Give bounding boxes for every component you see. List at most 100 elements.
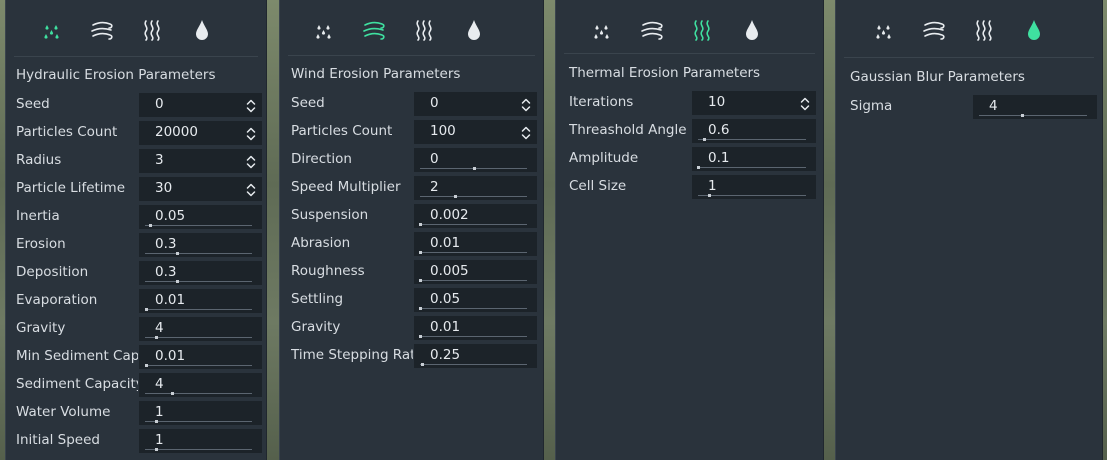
spinbox-field[interactable]: 3	[139, 149, 262, 173]
slider-grabber[interactable]	[419, 307, 422, 310]
slider-grabber[interactable]	[421, 363, 425, 366]
wind-icon[interactable]	[639, 16, 665, 44]
param-value: 0.01	[430, 235, 461, 251]
slider-track[interactable]	[697, 166, 806, 169]
slider-grabber[interactable]	[149, 224, 153, 227]
heat-waves-icon-graphic	[144, 20, 160, 41]
heat-waves-icon[interactable]	[971, 16, 997, 44]
spinbox-field[interactable]: 30	[139, 177, 262, 201]
slider-track[interactable]	[420, 363, 527, 366]
slider-grabber[interactable]	[154, 420, 158, 423]
slider-track[interactable]	[145, 252, 252, 255]
heat-waves-icon[interactable]	[411, 16, 437, 44]
slider-field[interactable]: 1	[139, 401, 262, 425]
spin-arrows-icon[interactable]	[246, 154, 256, 173]
spinbox-field[interactable]: 0	[139, 93, 262, 117]
slider-track[interactable]	[145, 420, 252, 423]
rain-drops-icon[interactable]	[311, 16, 337, 44]
rain-drops-icon[interactable]	[589, 16, 615, 44]
slider-grabber[interactable]	[145, 364, 149, 367]
water-drop-icon[interactable]	[739, 16, 765, 44]
param-row: Cell Size 1	[556, 175, 823, 199]
slider-track[interactable]	[420, 195, 527, 198]
slider-grabber[interactable]	[170, 392, 174, 395]
slider-track[interactable]	[698, 194, 806, 197]
spin-arrows-icon[interactable]	[246, 182, 256, 201]
param-label: Amplitude	[569, 150, 639, 166]
slider-grabber[interactable]	[697, 166, 700, 169]
slider-grabber[interactable]	[154, 448, 158, 451]
slider-track[interactable]	[145, 224, 252, 227]
wind-icon[interactable]	[921, 16, 947, 44]
heat-waves-icon-graphic	[976, 20, 992, 41]
slider-field[interactable]: 1	[139, 429, 262, 453]
spin-arrows-icon[interactable]	[521, 125, 531, 144]
spin-arrows-icon[interactable]	[521, 97, 531, 116]
slider-grabber[interactable]	[145, 308, 149, 311]
slider-grabber[interactable]	[419, 251, 422, 254]
slider-track[interactable]	[698, 138, 806, 141]
slider-track[interactable]	[979, 114, 1087, 117]
slider-grabber[interactable]	[707, 194, 711, 197]
param-label: Abrasion	[291, 235, 351, 251]
spinbox-field[interactable]: 20000	[139, 121, 262, 145]
rain-drops-icon[interactable]	[39, 16, 65, 44]
slider-grabber[interactable]	[472, 167, 476, 170]
slider-field[interactable]: 4	[139, 317, 262, 341]
slider-field[interactable]: 0.3	[139, 233, 262, 257]
spinbox-field[interactable]: 100	[414, 120, 537, 144]
slider-track[interactable]	[145, 280, 252, 283]
slider-field[interactable]: 0.6	[692, 119, 816, 143]
spinbox-field[interactable]: 0	[414, 92, 537, 116]
spin-arrows-icon[interactable]	[800, 96, 810, 115]
slider-grabber[interactable]	[419, 335, 422, 338]
water-drop-icon[interactable]	[1021, 16, 1047, 44]
heat-waves-icon[interactable]	[689, 16, 715, 44]
slider-field[interactable]: 0	[414, 148, 537, 172]
slider-field[interactable]: 1	[692, 175, 816, 199]
rain-drops-icon[interactable]	[871, 16, 897, 44]
slider-field[interactable]: 4	[139, 373, 262, 397]
slider-track[interactable]	[419, 335, 527, 338]
slider-grabber[interactable]	[419, 279, 422, 282]
slider-track[interactable]	[145, 448, 252, 451]
slider-field[interactable]: 0.25	[414, 344, 537, 368]
slider-track[interactable]	[145, 364, 252, 367]
spin-arrows-icon[interactable]	[246, 126, 256, 145]
param-row: Roughness 0.005	[280, 260, 543, 284]
slider-field[interactable]: 4	[973, 95, 1097, 119]
slider-grabber[interactable]	[176, 280, 180, 283]
heat-waves-icon[interactable]	[139, 16, 165, 44]
wind-icon[interactable]	[89, 16, 115, 44]
slider-track[interactable]	[419, 307, 527, 310]
slider-field[interactable]: 2	[414, 176, 537, 200]
slider-field[interactable]: 0.05	[414, 288, 537, 312]
slider-field[interactable]: 0.1	[692, 147, 816, 171]
spinbox-field[interactable]: 10	[692, 91, 816, 115]
slider-track[interactable]	[419, 223, 527, 226]
spin-arrows-icon[interactable]	[246, 98, 256, 117]
slider-field[interactable]: 0.05	[139, 205, 262, 229]
slider-track[interactable]	[420, 167, 527, 170]
slider-field[interactable]: 0.3	[139, 261, 262, 285]
slider-track[interactable]	[419, 251, 527, 254]
slider-track[interactable]	[145, 308, 252, 311]
slider-grabber[interactable]	[176, 252, 180, 255]
slider-field[interactable]: 0.002	[414, 204, 537, 228]
slider-track[interactable]	[419, 279, 527, 282]
slider-field[interactable]: 0.01	[414, 232, 537, 256]
slider-field[interactable]: 0.005	[414, 260, 537, 284]
water-drop-icon[interactable]	[189, 16, 215, 44]
slider-field[interactable]: 0.01	[414, 316, 537, 340]
slider-track[interactable]	[145, 336, 252, 339]
slider-grabber[interactable]	[154, 336, 158, 339]
slider-field[interactable]: 0.01	[139, 289, 262, 313]
slider-grabber[interactable]	[419, 223, 422, 226]
slider-grabber[interactable]	[1021, 114, 1025, 117]
water-drop-icon[interactable]	[461, 16, 487, 44]
slider-grabber[interactable]	[703, 138, 707, 141]
slider-track[interactable]	[145, 392, 252, 395]
wind-icon[interactable]	[361, 16, 387, 44]
slider-field[interactable]: 0.01	[139, 345, 262, 369]
slider-grabber[interactable]	[454, 195, 458, 198]
